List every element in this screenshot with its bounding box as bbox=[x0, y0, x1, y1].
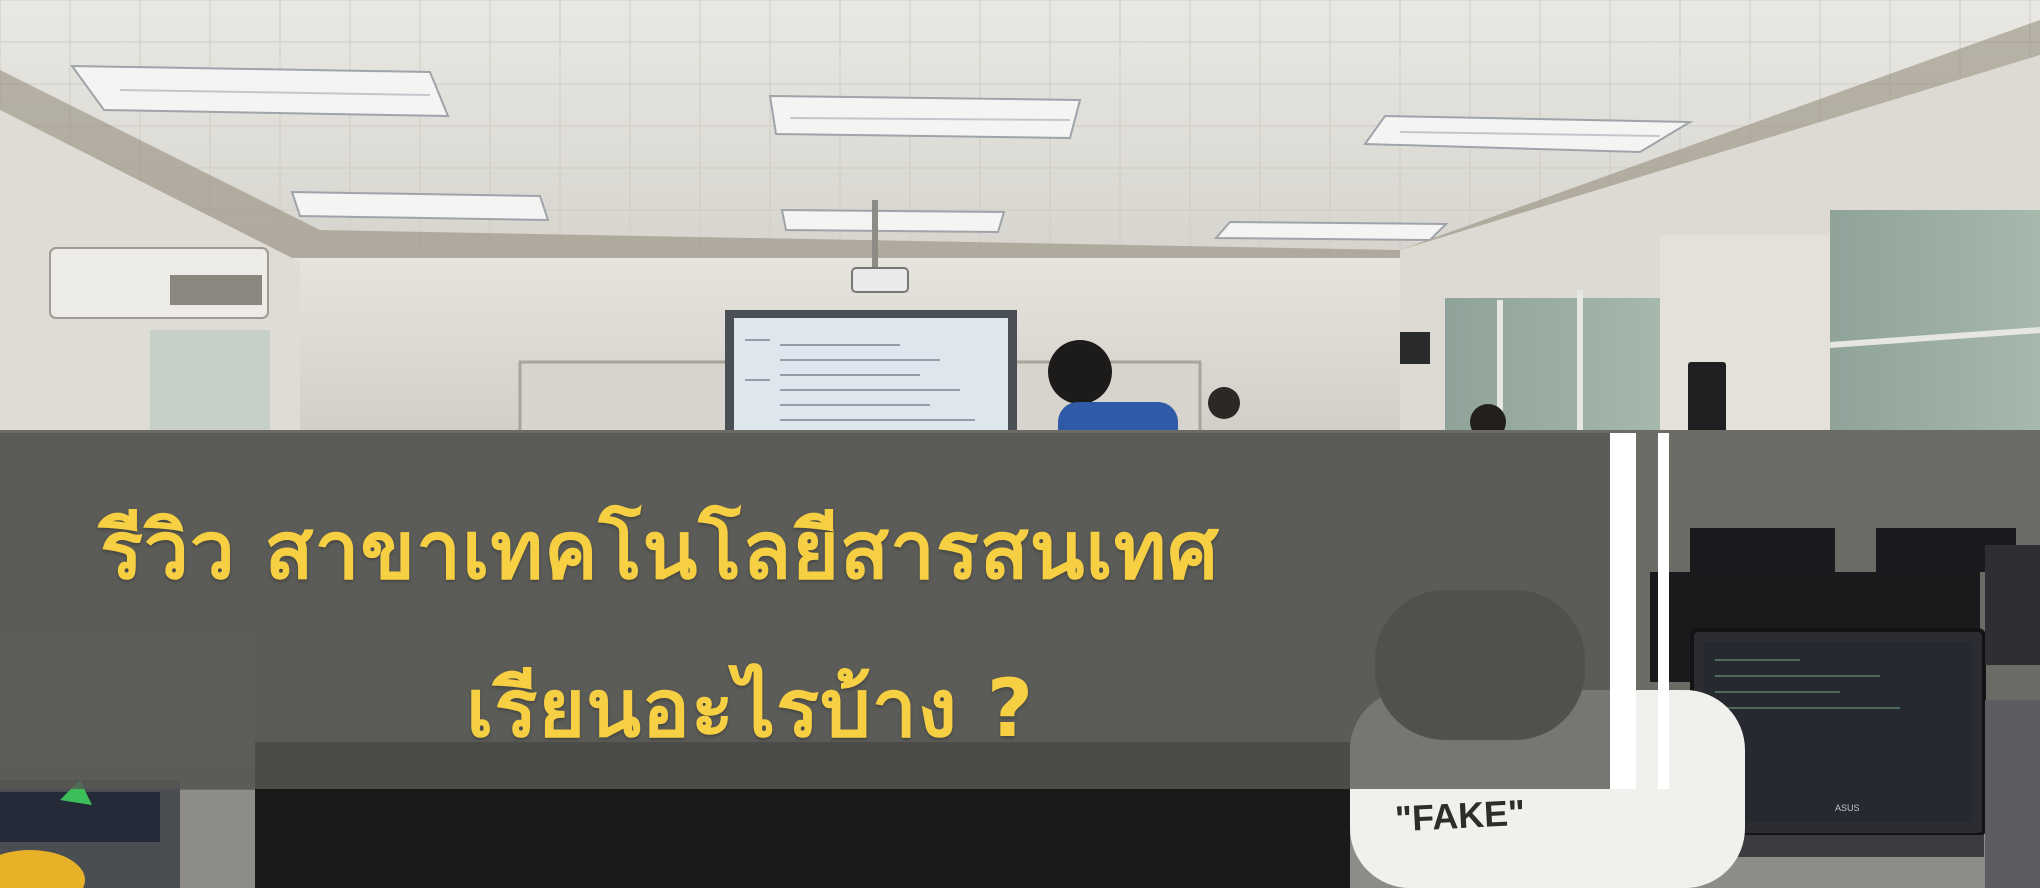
projector bbox=[851, 267, 909, 293]
accent-bar-thin bbox=[1658, 433, 1669, 789]
title-line-1: รีวิว สาขาเทคโนโลยีสารสนเทศ bbox=[100, 504, 1220, 597]
shirt-print-text: "FAKE" bbox=[1393, 791, 1527, 840]
accent-bar bbox=[1610, 433, 1636, 789]
laptop-brand-text: ASUS bbox=[1835, 803, 1860, 813]
title-line-2: เรียนอะไรบ้าง ? bbox=[466, 662, 1035, 755]
person-head bbox=[1048, 340, 1112, 404]
monitor bbox=[1690, 528, 1835, 572]
